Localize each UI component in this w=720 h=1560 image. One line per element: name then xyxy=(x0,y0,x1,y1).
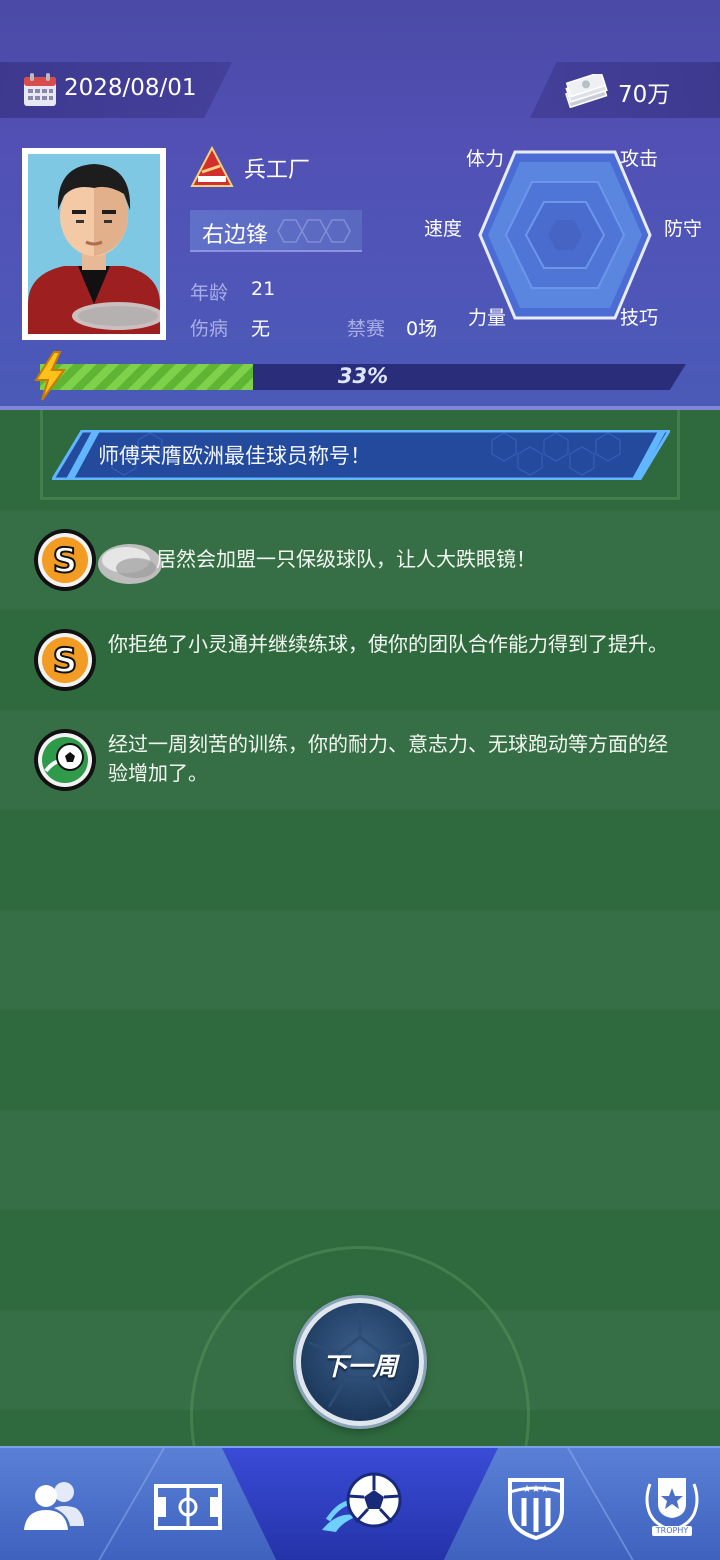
trophy-label: TROPHY xyxy=(655,1526,689,1535)
club-crest-icon: ★★★ xyxy=(508,1478,564,1541)
news-item: S 你拒绝了小灵通并继续练球，使你的团队合作能力得到了提升。 xyxy=(0,610,720,710)
nav-match-button[interactable] xyxy=(318,1460,408,1550)
progress-percent: 33% xyxy=(337,364,389,388)
stat-technique: 技巧 xyxy=(620,307,659,329)
cash-icon xyxy=(565,74,608,108)
ban-label: 禁赛 xyxy=(347,318,386,340)
player-portrait[interactable] xyxy=(22,148,166,340)
headline-banner-text: 师傅荣膺欧洲最佳球员称号！ xyxy=(98,444,371,468)
top-bar: 2028/08/01 70万 xyxy=(0,62,720,118)
energy-progress-bar: 33% xyxy=(34,351,688,401)
stat-speed: 速度 xyxy=(424,218,463,240)
next-week-button[interactable]: 下一周 xyxy=(296,1298,424,1426)
stat-attack: 攻击 xyxy=(620,148,659,170)
injury-label: 伤病 xyxy=(190,318,229,340)
news-field: 师傅荣膺欧洲最佳球员称号！ S 居然会加盟一只保级球队，让人大跌眼镜！ S 你拒… xyxy=(0,410,720,1448)
player-face-image xyxy=(28,154,160,334)
bottom-nav: ★★★ TROPHY xyxy=(0,1446,720,1560)
injury-value: 无 xyxy=(251,318,271,340)
calendar-icon xyxy=(24,73,56,106)
soccer-ball-icon xyxy=(34,729,96,791)
team-icon xyxy=(24,1482,84,1530)
news-item: 经过一周刻苦的训练，你的耐力、意志力、无球跑动等方面的经验增加了。 xyxy=(0,710,720,810)
svg-text:S: S xyxy=(53,641,78,681)
svg-text:S: S xyxy=(53,541,78,581)
stat-stamina: 体力 xyxy=(466,148,505,170)
s-coin-icon: S xyxy=(34,529,96,591)
age-value: 21 xyxy=(251,278,276,300)
player-header: 2028/08/01 70万 兵工厂 右边锋 年龄 21 伤病 无 禁赛 0场 … xyxy=(0,0,720,410)
news-text: 居然会加盟一只保级球队，让人大跌眼镜！ xyxy=(156,547,536,571)
position-label: 右边锋 xyxy=(202,223,269,248)
nav-trophy-button[interactable]: TROPHY xyxy=(636,1470,708,1542)
age-label: 年龄 xyxy=(190,282,229,304)
stat-strength: 力量 xyxy=(468,307,507,329)
current-date: 2028/08/01 xyxy=(64,75,197,101)
club-badge-icon xyxy=(190,146,234,187)
svg-text:★★★: ★★★ xyxy=(523,1484,550,1495)
avatar xyxy=(28,154,160,334)
nav-team-button[interactable] xyxy=(18,1470,90,1542)
news-text: 你拒绝了小灵通并继续练球，使你的团队合作能力得到了提升。 xyxy=(108,632,668,656)
s-coin-icon: S xyxy=(34,629,96,691)
news-text: 经过一周刻苦的训练，你的耐力、意志力、无球跑动等方面的经验增加了。 xyxy=(108,732,668,785)
hex-pattern-decoration xyxy=(277,219,351,243)
match-icon xyxy=(322,1472,402,1532)
news-item: S 居然会加盟一只保级球队，让人大跌眼镜！ xyxy=(0,510,720,610)
position-tag: 右边锋 xyxy=(190,210,362,252)
nav-club-button[interactable]: ★★★ xyxy=(500,1470,572,1542)
pitch-icon xyxy=(154,1484,222,1530)
money-amount: 70万 xyxy=(618,82,671,108)
next-week-label: 下一周 xyxy=(322,1352,398,1381)
progress-track: 33% xyxy=(40,364,686,390)
stat-defense: 防守 xyxy=(664,218,703,240)
nav-divider xyxy=(567,1448,635,1560)
club-name: 兵工厂 xyxy=(244,158,311,183)
attribute-radar[interactable]: 体力 攻击 防守 技巧 力量 速度 xyxy=(420,130,720,340)
lightning-icon xyxy=(34,351,66,401)
nav-pitch-button[interactable] xyxy=(152,1470,224,1542)
